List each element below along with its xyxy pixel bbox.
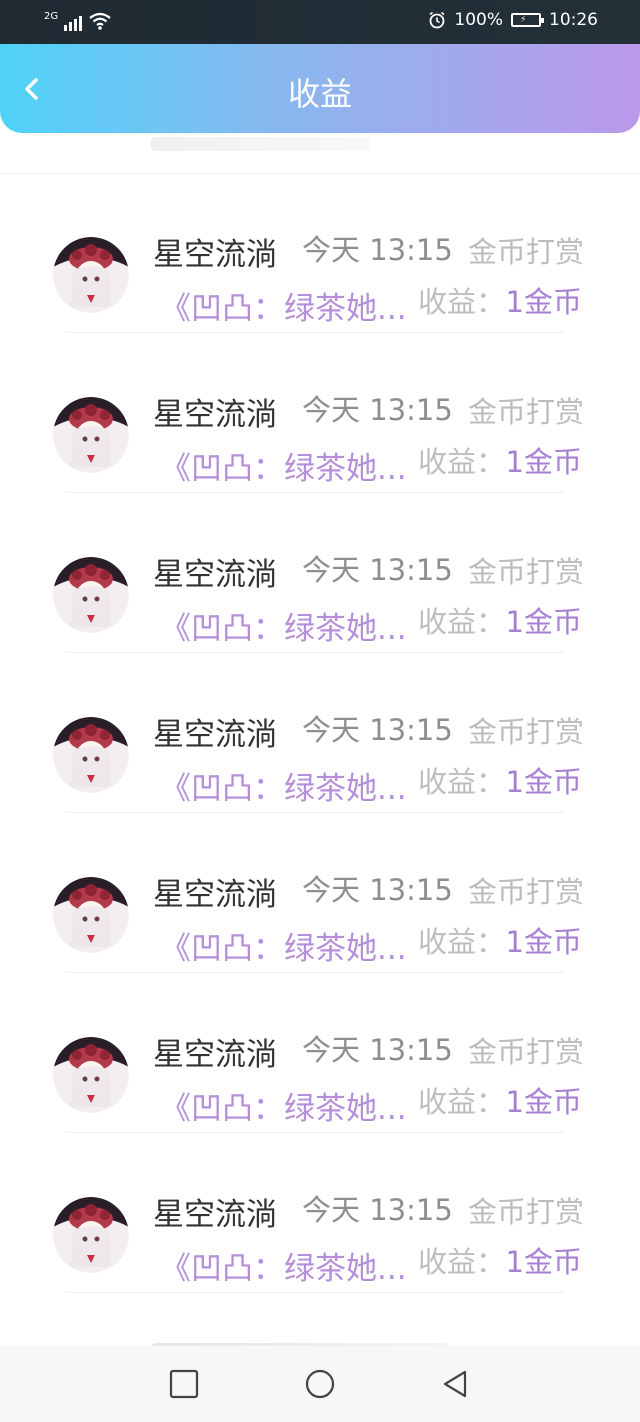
book-title[interactable]: 《凹凸：绿茶她... xyxy=(160,923,407,968)
avatar[interactable] xyxy=(53,1197,129,1273)
timestamp: 今天 13:15 xyxy=(302,1033,453,1067)
avatar-image xyxy=(53,717,129,793)
avatar-image xyxy=(53,557,129,633)
reward-type: 金币打赏 xyxy=(467,395,584,429)
network-type-label: 2G xyxy=(44,11,59,22)
earnings-list[interactable]: 星空流淌 今天 13:15 金币打赏 《凹凸：绿茶她... 收益： 1金币 星空… xyxy=(0,133,640,1346)
user-name: 星空流淌 xyxy=(153,557,277,593)
user-name: 星空流淌 xyxy=(153,717,277,753)
timestamp: 今天 13:15 xyxy=(302,393,453,427)
list-item[interactable]: 星空流淌 今天 13:15 金币打赏 《凹凸：绿茶她... 收益： 1金币 xyxy=(0,813,640,973)
book-title[interactable]: 《凹凸：绿茶她... xyxy=(160,763,407,808)
list-item[interactable]: 星空流淌 今天 13:15 金币打赏 《凹凸：绿茶她... 收益： 1金币 xyxy=(0,1133,640,1293)
list-item[interactable]: 星空流淌 今天 13:15 金币打赏 《凹凸：绿茶她... 收益： 1金币 xyxy=(0,653,640,813)
back-triangle-icon[interactable] xyxy=(437,1366,473,1402)
reward-type: 金币打赏 xyxy=(467,1195,584,1229)
user-name: 星空流淌 xyxy=(153,237,277,273)
recent-apps-icon[interactable] xyxy=(166,1366,202,1402)
book-title[interactable]: 《凹凸：绿茶她... xyxy=(160,1243,407,1288)
timestamp: 今天 13:15 xyxy=(302,553,453,587)
divider xyxy=(66,1292,564,1293)
avatar[interactable] xyxy=(53,397,129,473)
cut-off-content xyxy=(150,137,370,151)
book-title[interactable]: 《凹凸：绿茶她... xyxy=(160,283,407,328)
earnings-value: 1金币 xyxy=(505,925,582,959)
earnings-value: 1金币 xyxy=(505,285,582,319)
avatar-image xyxy=(53,877,129,953)
list-item[interactable]: 星空流淌 今天 13:15 金币打赏 《凹凸：绿茶她... 收益： 1金币 xyxy=(0,493,640,653)
earnings-label: 收益： xyxy=(418,285,506,319)
user-name: 星空流淌 xyxy=(153,1037,277,1073)
home-icon[interactable] xyxy=(302,1366,338,1402)
list-item[interactable]: 星空流淌 今天 13:15 金币打赏 《凹凸：绿茶她... 收益： 1金币 xyxy=(0,973,640,1133)
avatar-image xyxy=(53,1037,129,1113)
avatar[interactable] xyxy=(53,237,129,313)
user-name: 星空流淌 xyxy=(153,397,277,433)
avatar[interactable] xyxy=(53,557,129,633)
alarm-icon xyxy=(429,11,445,29)
book-title[interactable]: 《凹凸：绿茶她... xyxy=(160,443,407,488)
timestamp: 今天 13:15 xyxy=(302,233,453,267)
reward-type: 金币打赏 xyxy=(467,1035,584,1069)
user-name: 星空流淌 xyxy=(153,877,277,913)
partial-list-item xyxy=(0,133,640,174)
avatar-image xyxy=(53,397,129,473)
timestamp: 今天 13:15 xyxy=(302,713,453,747)
earnings-label: 收益： xyxy=(418,925,506,959)
earnings-label: 收益： xyxy=(418,765,506,799)
reward-type: 金币打赏 xyxy=(467,555,584,589)
earnings-value: 1金币 xyxy=(505,605,582,639)
battery-icon: ⚡ xyxy=(511,13,544,27)
status-left: 2G xyxy=(44,11,112,31)
avatar[interactable] xyxy=(53,717,129,793)
reward-type: 金币打赏 xyxy=(467,875,584,909)
earnings-value: 1金币 xyxy=(505,1245,582,1279)
earnings-label: 收益： xyxy=(418,1085,506,1119)
earnings-value: 1金币 xyxy=(505,445,582,479)
reward-type: 金币打赏 xyxy=(467,715,584,749)
book-title[interactable]: 《凹凸：绿茶她... xyxy=(160,1083,407,1128)
status-right: 100% ⚡ 10:26 xyxy=(428,10,598,30)
earnings-label: 收益： xyxy=(418,1245,506,1279)
earnings-value: 1金币 xyxy=(505,765,582,799)
list-item[interactable]: 星空流淌 今天 13:15 金币打赏 《凹凸：绿茶她... 收益： 1金币 xyxy=(0,173,640,333)
signal-icon xyxy=(64,13,83,31)
earnings-label: 收益： xyxy=(418,445,506,479)
battery-percent: 100% xyxy=(454,10,503,30)
system-nav-bar xyxy=(0,1346,640,1422)
wifi-icon xyxy=(89,12,111,30)
timestamp: 今天 13:15 xyxy=(302,1193,453,1227)
user-name: 星空流淌 xyxy=(153,1197,277,1233)
partial-list-item xyxy=(0,1333,640,1346)
avatar[interactable] xyxy=(53,877,129,953)
avatar[interactable] xyxy=(53,1037,129,1113)
book-title[interactable]: 《凹凸：绿茶她... xyxy=(160,603,407,648)
page-title: 收益 xyxy=(287,75,352,113)
earnings-label: 收益： xyxy=(418,605,506,639)
list-item[interactable]: 星空流淌 今天 13:15 金币打赏 《凹凸：绿茶她... 收益： 1金币 xyxy=(0,333,640,493)
timestamp: 今天 13:15 xyxy=(302,873,453,907)
status-bar: 2G 100% ⚡ 10:26 xyxy=(0,0,640,44)
avatar-image xyxy=(53,237,129,313)
reward-type: 金币打赏 xyxy=(467,235,584,269)
clock-time: 10:26 xyxy=(549,10,598,30)
earnings-value: 1金币 xyxy=(505,1085,582,1119)
header-bar: 收益 xyxy=(0,44,640,133)
avatar-image xyxy=(53,1197,129,1273)
